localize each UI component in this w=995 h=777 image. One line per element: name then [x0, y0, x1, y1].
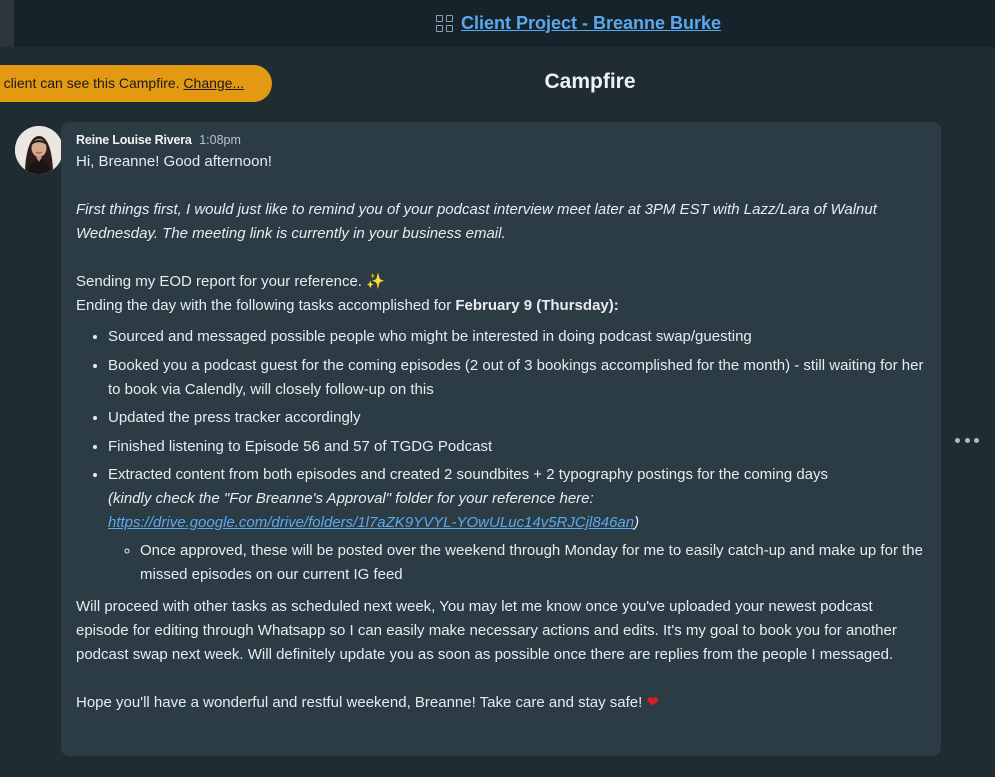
task-text: Extracted content from both episodes and… [108, 466, 829, 483]
subtask-list: Once approved, these will be posted over… [108, 539, 927, 587]
task-item: Extracted content from both episodes and… [108, 463, 927, 587]
task-item: Booked you a podcast guest for the comin… [108, 354, 927, 402]
left-panel-edge [0, 0, 14, 47]
tasks-intro: Ending the day with the following tasks … [76, 294, 927, 318]
message-card: Reine Louise Rivera 1:08pm Hi, Breanne! … [61, 122, 941, 756]
page-title: Campfire [544, 70, 636, 93]
folder-note-close: ) [634, 514, 640, 531]
tasks-intro-text: Ending the day with the following tasks … [76, 297, 456, 314]
reminder-paragraph: First things first, I would just like to… [76, 201, 877, 242]
eod-line: Sending my EOD report for your reference… [76, 270, 927, 294]
task-item: Updated the press tracker accordingly [108, 406, 927, 430]
grid-icon [436, 14, 453, 32]
project-title-link[interactable]: Client Project - Breanne Burke [461, 13, 721, 34]
project-header: Client Project - Breanne Burke [436, 11, 721, 35]
task-list: Sourced and messaged possible people who… [76, 325, 927, 587]
message-meta: Reine Louise Rivera 1:08pm [76, 132, 927, 150]
sparkle-icon: ✨ [366, 273, 385, 290]
folder-note: (kindly check the "For Breanne's Approva… [108, 490, 594, 507]
subtask-item: Once approved, these will be posted over… [140, 539, 927, 587]
eod-text: Sending my EOD report for your reference… [76, 273, 367, 290]
author-name[interactable]: Reine Louise Rivera [76, 133, 192, 147]
avatar[interactable] [15, 126, 63, 174]
task-item: Sourced and messaged possible people who… [108, 325, 927, 349]
closing-paragraph: Will proceed with other tasks as schedul… [76, 598, 897, 663]
greeting: Hi, Breanne! Good afternoon! [76, 153, 272, 170]
message-time[interactable]: 1:08pm [199, 133, 241, 147]
tasks-date: February 9 (Thursday): [455, 297, 619, 314]
top-bar: Client Project - Breanne Burke [0, 0, 995, 47]
message-body: Hi, Breanne! Good afternoon! First thing… [76, 150, 927, 715]
more-horizontal-icon[interactable] [955, 432, 979, 448]
signoff-text: Hope you'll have a wonderful and restful… [76, 694, 647, 711]
signoff-line: Hope you'll have a wonderful and restful… [76, 691, 927, 715]
heart-icon: ❤ [646, 694, 660, 711]
drive-folder-link[interactable]: https://drive.google.com/drive/folders/1… [108, 514, 634, 531]
task-item: Finished listening to Episode 56 and 57 … [108, 435, 927, 459]
